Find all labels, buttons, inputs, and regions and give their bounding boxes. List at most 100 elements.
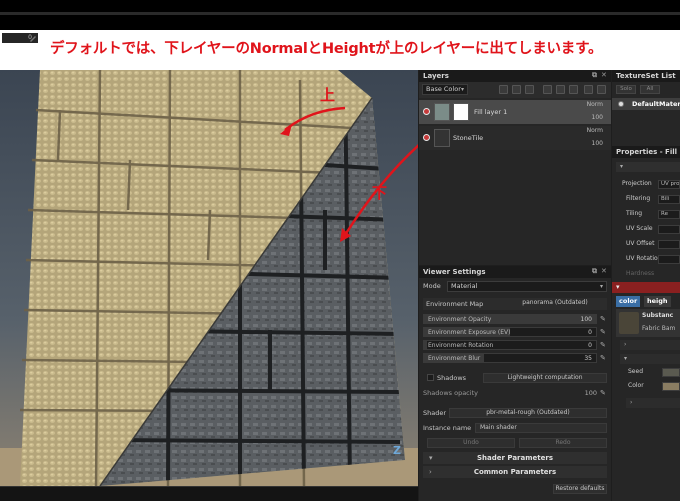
add-paint-layer-icon[interactable] xyxy=(556,85,565,94)
chevron-right-icon: › xyxy=(630,399,633,406)
env-opacity-slider[interactable]: Environment Opacity 100 xyxy=(423,314,597,324)
substance-title: Substanc xyxy=(642,312,674,319)
pencil-icon[interactable]: ✎ xyxy=(600,315,608,323)
textureset-title: TextureSet List xyxy=(616,72,676,80)
layer-opacity[interactable]: 100 xyxy=(592,140,603,147)
pencil-icon[interactable]: ✎ xyxy=(600,341,608,349)
chevron-down-icon: ▾ xyxy=(429,454,433,462)
common-parameters-section[interactable]: › Common Parameters xyxy=(423,466,607,478)
env-map-label: Environment Map xyxy=(426,300,484,308)
3d-viewport[interactable]: 上 下 xyxy=(0,70,418,486)
layers-toolbar: Base Color ▾ xyxy=(419,82,611,98)
channel-dropdown[interactable]: Base Color ▾ xyxy=(422,84,468,95)
layer-row-stonetile[interactable]: StoneTile Norm 100 xyxy=(419,126,611,150)
env-exposure-slider[interactable]: Environment Exposure (EV) 0 xyxy=(423,327,597,337)
subsection-2[interactable]: ▾ xyxy=(620,354,680,364)
blend-mode[interactable]: Norm xyxy=(587,101,603,108)
textureset-panel: TextureSet List Solo All DefaultMaterial xyxy=(612,70,680,152)
env-blur-slider[interactable]: Environment Blur 35 xyxy=(423,353,597,363)
substance-thumbnail[interactable] xyxy=(619,312,639,334)
undo-button[interactable]: Undo xyxy=(427,438,515,448)
env-map-field[interactable]: panorama (Outdated) xyxy=(505,299,605,309)
all-button[interactable]: All xyxy=(640,85,660,94)
subsection-3[interactable]: › xyxy=(626,398,680,408)
add-mask-icon[interactable] xyxy=(512,85,521,94)
properties-panel: Properties - Fill ▾ Projection UV proj F… xyxy=(612,146,680,501)
chevron-right-icon: › xyxy=(429,468,432,476)
add-generator-icon[interactable] xyxy=(525,85,534,94)
textureset-header: TextureSet List xyxy=(612,70,680,82)
shader-field[interactable]: pbr-metal-rough (Outdated) xyxy=(449,408,607,418)
layers-panel: Layers ⧉ ✕ Base Color ▾ Fill layer 1 Nor… xyxy=(419,70,611,265)
annotation-text: デフォルトでは、下レイヤーのNormalとHeightが上のレイヤーに出てしまい… xyxy=(50,41,603,57)
layer-opacity[interactable]: 100 xyxy=(592,114,603,121)
env-map-row: Environment Map panorama (Outdated) xyxy=(423,298,607,310)
shader-label: Shader xyxy=(423,409,447,417)
shadows-opacity-value[interactable]: 100 xyxy=(585,389,597,397)
properties-title: Properties - Fill xyxy=(616,148,678,156)
layer-name[interactable]: Fill layer 1 xyxy=(474,108,507,116)
mask-thumbnail[interactable] xyxy=(453,103,469,121)
shadows-mode-field[interactable]: Lightweight computation xyxy=(483,373,607,383)
mode-label: Mode xyxy=(423,282,441,290)
chevron-down-icon: ▾ xyxy=(599,283,603,290)
axis-gizmo[interactable]: Z xyxy=(393,444,401,457)
layers-header: Layers ⧉ ✕ xyxy=(419,70,611,82)
radio-icon[interactable] xyxy=(618,101,624,107)
add-effect-icon[interactable] xyxy=(499,85,508,94)
color-swatch[interactable] xyxy=(662,382,680,391)
pencil-icon[interactable]: ✎ xyxy=(600,354,608,362)
substance-box[interactable]: Substanc Fabric Bam xyxy=(616,309,680,337)
shader-parameters-section[interactable]: ▾ Shader Parameters xyxy=(423,452,607,464)
viewport-render[interactable]: 上 下 xyxy=(0,70,418,486)
subsection-1[interactable]: › xyxy=(620,340,680,350)
slider-fill xyxy=(424,341,428,349)
delete-layer-icon[interactable] xyxy=(597,85,606,94)
chevron-down-icon: ▾ xyxy=(460,86,464,93)
channel-chip-color[interactable]: color xyxy=(616,296,641,307)
pencil-icon[interactable] xyxy=(28,33,38,43)
status-bar xyxy=(0,486,418,501)
channels-section-bar[interactable]: ▾ xyxy=(612,282,680,293)
chevron-down-icon: ▾ xyxy=(624,355,628,362)
instance-row: Instance name Main shader xyxy=(423,422,607,434)
mode-value: Material xyxy=(451,282,478,290)
seed-field[interactable] xyxy=(662,368,680,377)
textureset-item[interactable]: DefaultMaterial xyxy=(612,98,680,110)
pencil-icon[interactable]: ✎ xyxy=(600,328,608,336)
layer-name[interactable]: StoneTile xyxy=(453,134,483,142)
blend-mode[interactable]: Norm xyxy=(587,127,603,134)
pencil-icon[interactable]: ✎ xyxy=(600,389,608,397)
solo-button[interactable]: Solo xyxy=(616,85,636,94)
layer-thumbnail xyxy=(434,103,450,121)
viewer-header: Viewer Settings ⧉ ✕ xyxy=(419,266,611,278)
float-icon[interactable]: ⧉ xyxy=(592,268,599,275)
section-collapse[interactable]: ▾ xyxy=(616,162,680,172)
label-top: 上 xyxy=(320,86,335,104)
add-folder-icon[interactable] xyxy=(569,85,578,94)
channel-chip-height[interactable]: heigh xyxy=(644,296,671,307)
visibility-icon[interactable] xyxy=(423,134,430,141)
layer-row-fill-layer-1[interactable]: Fill layer 1 Norm 100 xyxy=(419,100,611,124)
restore-defaults-button[interactable]: Restore defaults xyxy=(553,484,607,494)
add-fill-layer-icon[interactable] xyxy=(543,85,552,94)
channel-value: Base Color xyxy=(426,85,461,93)
close-icon[interactable]: ✕ xyxy=(601,72,608,79)
window-top-bar xyxy=(0,0,680,30)
visibility-icon[interactable] xyxy=(423,108,430,115)
instance-label: Instance name xyxy=(423,424,472,432)
mode-dropdown[interactable]: Material ▾ xyxy=(447,281,607,292)
properties-header: Properties - Fill xyxy=(612,146,680,158)
menu-strip xyxy=(0,12,680,15)
close-icon[interactable]: ✕ xyxy=(601,268,608,275)
duplicate-layer-icon[interactable] xyxy=(584,85,593,94)
viewer-title: Viewer Settings xyxy=(423,268,486,276)
env-rotation-slider[interactable]: Environment Rotation 0 xyxy=(423,340,597,350)
shadows-checkbox[interactable] xyxy=(427,374,434,381)
chevron-right-icon: › xyxy=(624,341,627,348)
redo-button[interactable]: Redo xyxy=(519,438,607,448)
instance-field[interactable]: Main shader xyxy=(475,423,607,433)
shadows-label: Shadows xyxy=(437,374,467,382)
shadows-opacity-row: Shadows opacity 100 xyxy=(423,387,607,399)
float-icon[interactable]: ⧉ xyxy=(592,72,599,79)
